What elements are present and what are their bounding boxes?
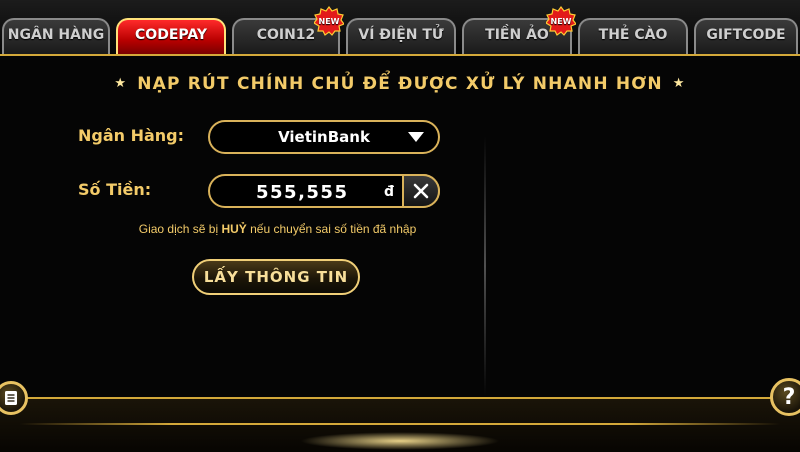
tab-label: CODEPAY xyxy=(135,27,207,43)
panel-title-text: NẠP RÚT CHÍNH CHỦ ĐỂ ĐƯỢC XỬ LÝ NHANH HƠ… xyxy=(137,74,663,94)
cancel-warning-note: Giao dịch sẽ bị HUỶ nếu chuyển sai số ti… xyxy=(0,222,555,236)
currency-unit: đ xyxy=(384,184,395,200)
list-icon xyxy=(5,391,17,405)
tab-vi-dien-tu[interactable]: VÍ ĐIỆN TỬ xyxy=(346,18,456,54)
note-emphasis: HUỶ xyxy=(221,222,247,236)
tab-ngan-hang[interactable]: NGÂN HÀNG xyxy=(2,18,110,54)
amount-input[interactable]: 555,555 đ xyxy=(208,174,440,208)
amount-label: Số Tiền: xyxy=(78,180,152,199)
get-info-button-label: LẤY THÔNG TIN xyxy=(203,268,349,286)
star-icon: ★ xyxy=(114,76,128,91)
tab-label: COIN12 xyxy=(256,27,316,43)
tab-label: GIFTCODE xyxy=(706,27,786,43)
bank-select-value: VietinBank xyxy=(278,128,370,146)
bank-label: Ngân Hàng: xyxy=(78,126,185,145)
tab-the-cao[interactable]: THẺ CÀO xyxy=(578,18,688,54)
tab-giftcode[interactable]: GIFTCODE xyxy=(694,18,798,54)
tab-label: VÍ ĐIỆN TỬ xyxy=(358,27,444,43)
tab-bar: NGÂN HÀNG CODEPAY COIN12 NEW VÍ ĐIỆN TỬ … xyxy=(0,0,800,54)
tab-coin12[interactable]: COIN12 NEW xyxy=(232,6,344,54)
new-badge: NEW xyxy=(314,6,344,36)
get-info-button[interactable]: LẤY THÔNG TIN xyxy=(192,259,360,295)
star-icon: ★ xyxy=(672,76,686,91)
tab-label: THẺ CÀO xyxy=(598,27,668,43)
new-badge: NEW xyxy=(546,6,576,36)
bottom-glow xyxy=(300,432,500,450)
bottom-frame-line xyxy=(20,423,780,425)
tab-codepay[interactable]: CODEPAY xyxy=(116,18,226,54)
codepay-panel: ★ NẠP RÚT CHÍNH CHỦ ĐỂ ĐƯỢC XỬ LÝ NHANH H… xyxy=(0,54,800,452)
amount-value: 555,555 xyxy=(256,182,349,203)
clear-amount-button[interactable] xyxy=(402,174,440,208)
panel-title: ★ NẠP RÚT CHÍNH CHỦ ĐỂ ĐƯỢC XỬ LÝ NHANH H… xyxy=(0,74,800,94)
tab-label: TIỀN ẢO xyxy=(485,27,549,43)
note-suffix: nếu chuyển sai số tiền đã nhập xyxy=(246,222,417,236)
vertical-divider xyxy=(484,136,486,396)
new-badge-label: NEW xyxy=(318,16,340,26)
note-prefix: Giao dịch sẽ bị xyxy=(138,222,222,236)
bank-select[interactable]: VietinBank xyxy=(208,120,440,154)
dropdown-caret-icon xyxy=(408,132,424,142)
tab-label: NGÂN HÀNG xyxy=(7,27,105,43)
new-badge-label: NEW xyxy=(550,16,572,26)
help-button[interactable]: ? xyxy=(770,378,800,416)
close-icon xyxy=(413,183,429,199)
help-icon: ? xyxy=(782,384,796,410)
tab-tien-ao[interactable]: TIỀN ẢO NEW xyxy=(462,6,576,54)
